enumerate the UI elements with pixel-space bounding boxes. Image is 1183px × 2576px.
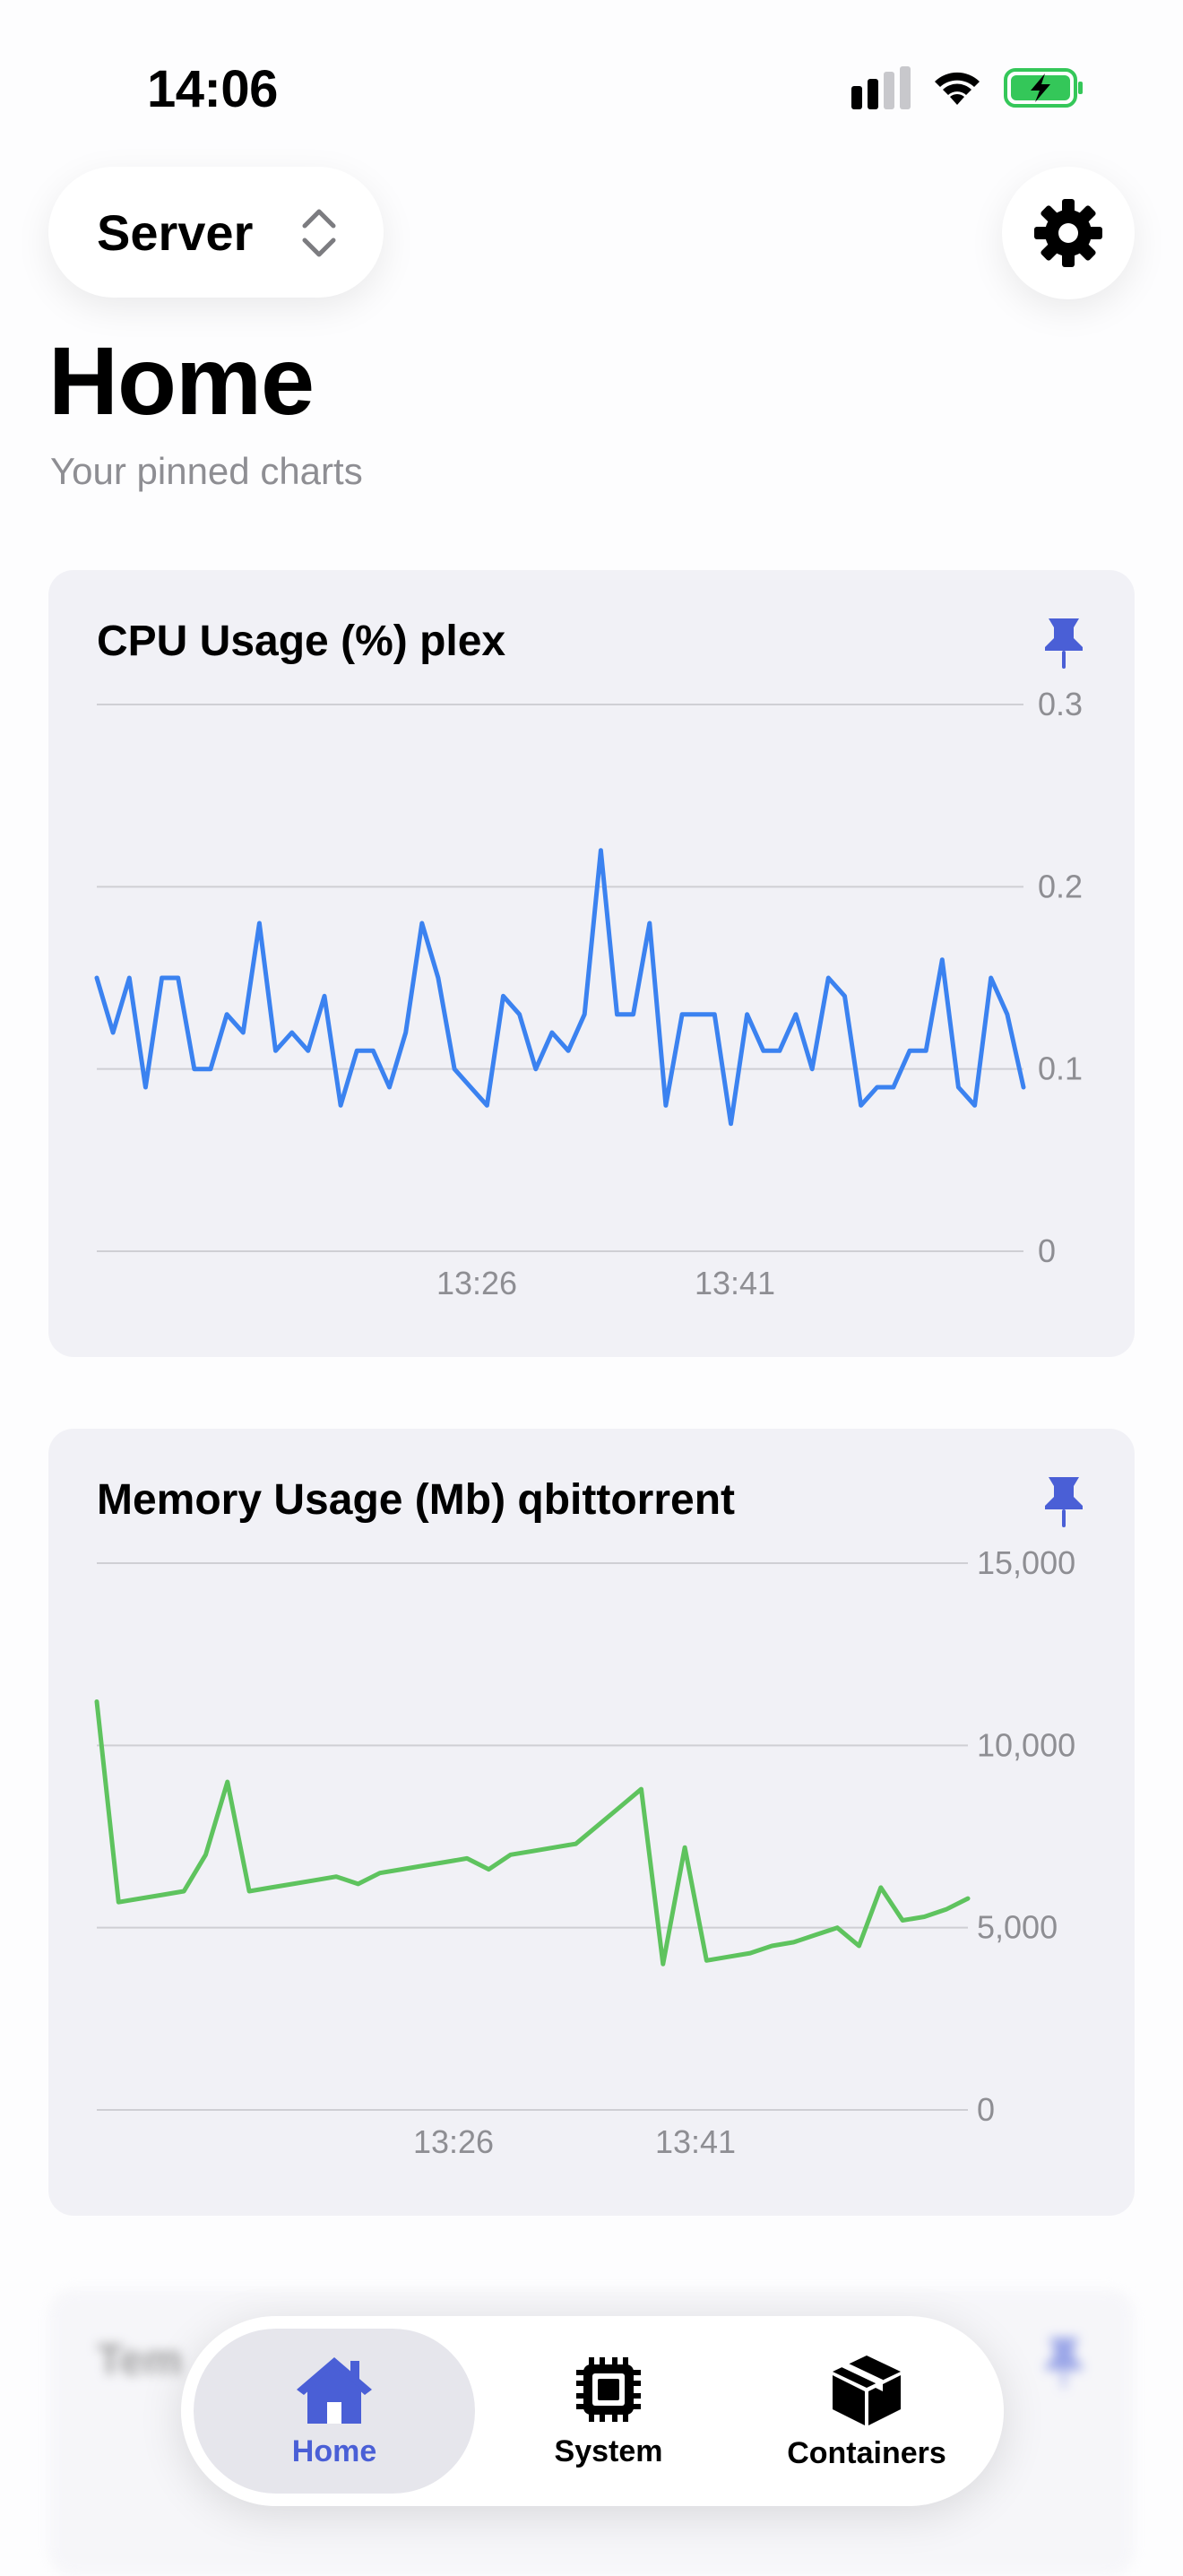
tab-label: System	[554, 2433, 663, 2468]
tab-home[interactable]: Home	[194, 2329, 475, 2494]
chevron-up-down-icon	[302, 209, 336, 257]
y-tick-label: 0.1	[1038, 1050, 1083, 1087]
y-tick-label: 0	[977, 2091, 995, 2128]
x-tick-label: 13:41	[695, 1265, 775, 1301]
server-picker-label: Server	[97, 203, 254, 261]
y-tick-label: 0	[1038, 1232, 1056, 1269]
page-title: Home	[48, 326, 315, 435]
x-tick-label: 13:26	[413, 2123, 494, 2160]
series-line	[94, 848, 1026, 1127]
cellular-signal-icon	[851, 66, 911, 109]
y-tick-label: 0.3	[1038, 686, 1083, 722]
wifi-icon	[935, 72, 980, 105]
y-tick-label: 10,000	[977, 1726, 1075, 1763]
y-tick-label: 5,000	[977, 1909, 1058, 1946]
x-tick-label: 13:41	[655, 2123, 736, 2160]
tab-system[interactable]: System	[489, 2329, 728, 2494]
series-line	[94, 1699, 971, 1967]
tab-bar: Home System Containers	[181, 2316, 1004, 2506]
cpu-line-chart: 0.3 0.2 0.1 0 13:26 13:41	[94, 686, 1083, 1301]
cpu-chip-icon	[576, 2356, 641, 2422]
page-subtitle: Your pinned charts	[50, 450, 363, 492]
battery-charging-icon	[1004, 68, 1083, 108]
server-picker-button[interactable]: Server	[48, 167, 384, 298]
status-bar: 14:06	[0, 0, 1183, 161]
status-icons	[851, 66, 1084, 109]
chart-card-memory[interactable]: Memory Usage (Mb) qbittorrent 15,000 10,0…	[48, 1429, 1135, 2216]
y-tick-label: 0.2	[1038, 868, 1083, 904]
memory-line-chart: 15,000 10,000 5,000 0 13:26 13:41	[94, 1544, 1075, 2160]
tab-containers[interactable]: Containers	[737, 2329, 997, 2494]
status-time: 14:06	[147, 60, 278, 118]
gear-icon	[1034, 199, 1102, 267]
box-icon	[833, 2355, 901, 2425]
settings-button[interactable]	[1002, 167, 1135, 299]
tab-label: Containers	[787, 2435, 946, 2470]
y-tick-label: 15,000	[977, 1544, 1075, 1581]
house-icon	[297, 2356, 372, 2424]
chart-card-title: Tem	[97, 2337, 183, 2384]
tab-label: Home	[291, 2433, 377, 2468]
x-tick-label: 13:26	[436, 1265, 517, 1301]
pin-icon	[1045, 2338, 1083, 2388]
chart-card-cpu[interactable]: CPU Usage (%) plex 0.3 0.2 0.1 0 13:26 13:41	[48, 570, 1135, 1357]
